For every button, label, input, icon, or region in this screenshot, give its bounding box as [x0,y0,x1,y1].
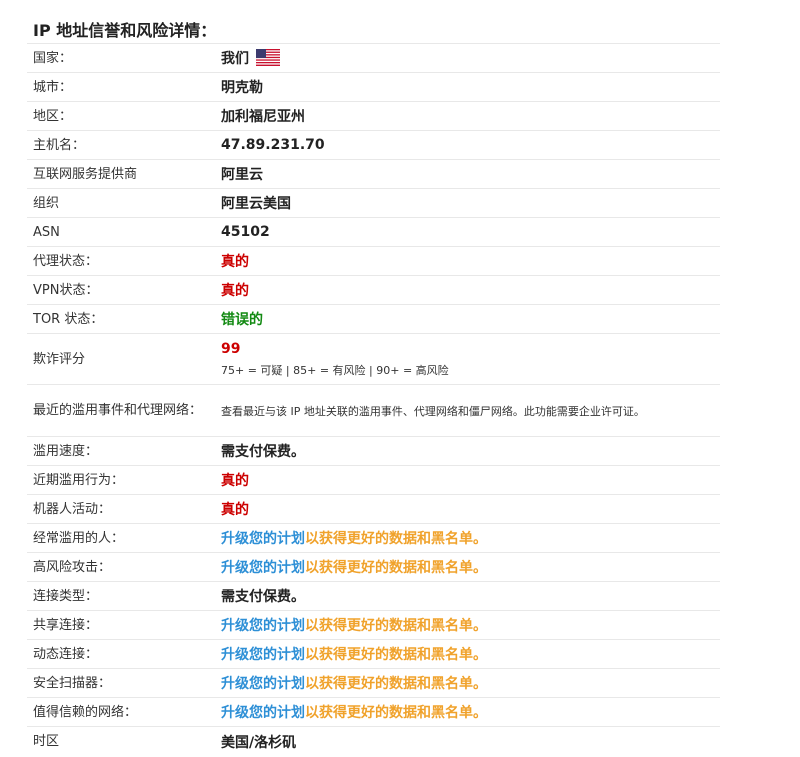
row-asn: ASN 45102 [27,218,720,247]
timezone-label: 时区 [33,734,60,749]
bot-activity-value: 真的 [221,502,249,518]
row-isp: 互联网服务提供商 阿里云 [27,160,720,189]
page-title: IP 地址信誉和风险详情： [27,0,720,44]
us-flag-icon [255,49,280,66]
vpn-label: VPN状态： [33,282,99,298]
tor-label: TOR 状态： [33,311,104,327]
high-risk-attacks-value: 升级您的计划以获得更好的数据和黑名单。 [221,557,720,577]
org-label: 组织 [33,195,60,211]
ip-reputation-panel: IP 地址信誉和风险详情： 国家： 我们 城市： 明克勒 地区： 加利福尼亚州 [27,0,720,756]
timezone-value: 美国/洛杉矶 [221,734,297,751]
row-high-risk-attacks: 高风险攻击： 升级您的计划以获得更好的数据和黑名单。 [27,553,720,582]
row-region: 地区： 加利福尼亚州 [27,102,720,131]
row-recent-abuse-events: 最近的滥用事件和代理网络： 查看最近与该 IP 地址关联的滥用事件、代理网络和僵… [27,385,720,437]
proxy-label: 代理状态： [33,253,99,269]
row-vpn: VPN状态： 真的 [27,276,720,305]
hostname-label: 主机名： [33,137,86,153]
asn-label: ASN [33,224,60,240]
row-recent-abuse: 近期滥用行为： 真的 [27,466,720,495]
isp-label: 互联网服务提供商 [33,166,138,182]
trusted-network-value: 升级您的计划以获得更好的数据和黑名单。 [221,702,720,722]
row-abuse-velocity: 滥用速度： 需支付保费。 [27,437,720,466]
fraud-score-number: 99 [221,340,241,357]
asn-value: 45102 [221,224,270,240]
upgrade-plan-link[interactable]: 升级您的计划 [221,618,305,634]
tor-value: 错误的 [221,312,263,328]
row-org: 组织 阿里云美国 [27,189,720,218]
country-text: 我们 [221,51,249,67]
row-trusted-network: 值得信赖的网络： 升级您的计划以获得更好的数据和黑名单。 [27,698,720,727]
security-scanner-value: 升级您的计划以获得更好的数据和黑名单。 [221,673,720,693]
country-label: 国家： [33,50,73,66]
fraud-score-label: 欺诈评分 [33,351,86,367]
abuse-velocity-label: 滥用速度： [33,443,99,459]
upgrade-plan-suffix: 以获得更好的数据和黑名单。 [305,647,487,663]
frequent-abuser-value: 升级您的计划以获得更好的数据和黑名单。 [221,528,720,548]
recent-abuse-label: 近期滥用行为： [33,472,125,488]
row-bot-activity: 机器人活动： 真的 [27,495,720,524]
recent-abuse-events-label: 最近的滥用事件和代理网络： [33,403,203,418]
recent-abuse-value: 真的 [221,473,249,489]
row-connection-type: 连接类型： 需支付保费。 [27,582,720,611]
dynamic-connection-value: 升级您的计划以获得更好的数据和黑名单。 [221,644,720,664]
upgrade-plan-suffix: 以获得更好的数据和黑名单。 [305,531,487,547]
abuse-velocity-value: 需支付保费。 [221,444,305,460]
row-city: 城市： 明克勒 [27,73,720,102]
hostname-value: 47.89.231.70 [221,137,325,153]
high-risk-attacks-label: 高风险攻击： [33,559,112,575]
row-frequent-abuser: 经常滥用的人： 升级您的计划以获得更好的数据和黑名单。 [27,524,720,553]
row-shared-connection: 共享连接： 升级您的计划以获得更好的数据和黑名单。 [27,611,720,640]
upgrade-plan-suffix: 以获得更好的数据和黑名单。 [305,676,487,692]
row-security-scanner: 安全扫描器： 升级您的计划以获得更好的数据和黑名单。 [27,669,720,698]
trusted-network-label: 值得信赖的网络： [33,704,138,720]
connection-type-value: 需支付保费。 [221,589,305,605]
org-value: 阿里云美国 [221,196,291,212]
shared-connection-label: 共享连接： [33,617,99,633]
upgrade-plan-suffix: 以获得更好的数据和黑名单。 [305,705,487,721]
recent-abuse-events-value: 查看最近与该 IP 地址关联的滥用事件、代理网络和僵尸网络。此功能需要企业许可证… [221,404,645,418]
fraud-score-value: 99 75+ = 可疑 | 85+ = 有风险 | 90+ = 高风险 [221,341,720,378]
row-hostname: 主机名： 47.89.231.70 [27,131,720,160]
dynamic-connection-label: 动态连接： [33,646,99,662]
bot-activity-label: 机器人活动： [33,501,112,517]
row-tor: TOR 状态： 错误的 [27,305,720,334]
region-value: 加利福尼亚州 [221,109,305,125]
upgrade-plan-link[interactable]: 升级您的计划 [221,560,305,576]
region-label: 地区： [33,108,73,124]
city-label: 城市： [33,79,73,95]
upgrade-plan-suffix: 以获得更好的数据和黑名单。 [305,618,487,634]
row-country: 国家： 我们 [27,44,720,73]
security-scanner-label: 安全扫描器： [33,675,112,691]
city-value: 明克勒 [221,80,263,96]
upgrade-plan-link[interactable]: 升级您的计划 [221,676,305,692]
fraud-score-legend: 75+ = 可疑 | 85+ = 有风险 | 90+ = 高风险 [221,363,449,377]
connection-type-label: 连接类型： [33,588,99,604]
country-value: 我们 [221,48,720,68]
upgrade-plan-link[interactable]: 升级您的计划 [221,531,305,547]
shared-connection-value: 升级您的计划以获得更好的数据和黑名单。 [221,615,720,635]
frequent-abuser-label: 经常滥用的人： [33,530,125,546]
upgrade-plan-link[interactable]: 升级您的计划 [221,705,305,721]
row-fraud-score: 欺诈评分 99 75+ = 可疑 | 85+ = 有风险 | 90+ = 高风险 [27,334,720,385]
row-dynamic-connection: 动态连接： 升级您的计划以获得更好的数据和黑名单。 [27,640,720,669]
upgrade-plan-link[interactable]: 升级您的计划 [221,647,305,663]
row-proxy: 代理状态： 真的 [27,247,720,276]
row-timezone: 时区 美国/洛杉矶 [27,727,720,756]
isp-value: 阿里云 [221,167,263,183]
proxy-value: 真的 [221,254,249,270]
vpn-value: 真的 [221,283,249,299]
upgrade-plan-suffix: 以获得更好的数据和黑名单。 [305,560,487,576]
